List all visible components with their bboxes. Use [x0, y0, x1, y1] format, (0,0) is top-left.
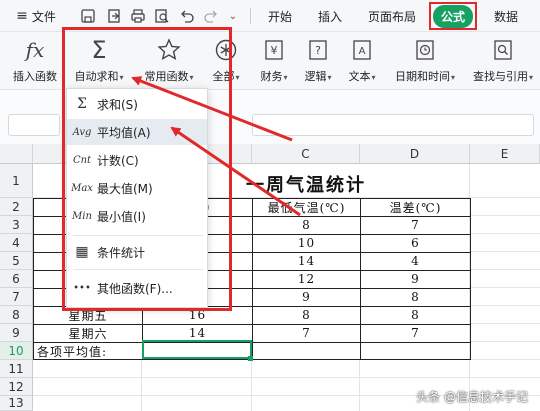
column-header-d[interactable]: D — [360, 144, 470, 164]
annotation-highlight-box — [62, 27, 232, 311]
formula-input[interactable] — [252, 114, 534, 136]
cell-d2[interactable]: 温差(℃) — [361, 198, 470, 216]
cell-d8[interactable]: 8 — [361, 306, 470, 324]
svg-text:A: A — [359, 46, 366, 57]
finance-label: 财务 — [260, 70, 283, 83]
lookup-icon — [489, 36, 517, 64]
cell-c5[interactable]: 14 — [253, 252, 360, 270]
svg-text:¥: ¥ — [271, 44, 278, 57]
text-label: 文本 — [348, 70, 371, 83]
row-header-5[interactable]: 5 — [0, 252, 33, 270]
watermark: 头条 @信息技术手记 — [416, 390, 528, 404]
finance-icon: ¥ — [260, 36, 288, 64]
name-box[interactable] — [8, 114, 60, 136]
selected-cell-b10[interactable] — [142, 340, 252, 359]
row-header-1[interactable]: 1 — [0, 164, 33, 198]
file-menu-label: 文件 — [31, 9, 56, 24]
column-header-e[interactable]: E — [470, 144, 540, 164]
logic-icon: ? — [304, 36, 332, 64]
tab-data[interactable]: 数据 — [488, 0, 524, 32]
finance-caret-icon: ▾ — [283, 73, 288, 82]
cell-c8[interactable]: 8 — [253, 306, 360, 324]
text-icon: A — [348, 36, 376, 64]
tab-insert[interactable]: 插入 — [312, 0, 348, 32]
cell-c2[interactable]: 最低气温(℃) — [253, 198, 360, 216]
date-time-caret-icon: ▾ — [450, 73, 455, 82]
insert-function-button[interactable]: fx 插入函数 — [6, 36, 64, 84]
cell-d6[interactable]: 9 — [361, 270, 470, 288]
tab-formula[interactable]: 公式 — [429, 2, 477, 30]
lookup-reference-label: 查找与引用 — [472, 70, 528, 83]
tab-formula-label: 公式 — [432, 4, 473, 28]
fill-handle[interactable] — [248, 356, 253, 361]
row-header-11[interactable]: 11 — [0, 360, 33, 378]
row-header-6[interactable]: 6 — [0, 270, 33, 288]
row-header-4[interactable]: 4 — [0, 234, 33, 252]
column-header-c[interactable]: C — [252, 144, 360, 164]
tab-home[interactable]: 开始 — [262, 0, 298, 32]
logic-caret-icon: ▾ — [327, 73, 332, 82]
logic-label: 逻辑 — [304, 70, 327, 83]
cell-a9[interactable]: 星期六 — [34, 324, 142, 342]
cell-a10[interactable]: 各项平均值: — [34, 342, 142, 360]
file-menu[interactable]: ≡ 文件 — [8, 0, 64, 32]
row-header-8[interactable]: 8 — [0, 306, 33, 324]
cell-c4[interactable]: 10 — [253, 234, 360, 252]
lookup-reference-button[interactable]: 查找与引用▾ — [468, 36, 538, 84]
all-functions-caret-icon: ▾ — [235, 73, 240, 82]
cell-d3[interactable]: 7 — [361, 216, 470, 234]
cell-d9[interactable]: 7 — [361, 324, 470, 342]
cell-c7[interactable]: 9 — [253, 288, 360, 306]
cell-c9[interactable]: 7 — [253, 324, 360, 342]
hamburger-icon: ≡ — [16, 8, 28, 24]
cell-c6[interactable]: 12 — [253, 270, 360, 288]
insert-function-label: 插入函数 — [13, 70, 57, 83]
fx-icon: fx — [25, 38, 45, 62]
row-header-13[interactable]: 13 — [0, 396, 33, 411]
tab-page-layout[interactable]: 页面布局 — [364, 0, 420, 32]
text-caret-icon: ▾ — [371, 73, 376, 82]
clock-icon — [411, 36, 439, 64]
row-header-2[interactable]: 2 — [0, 198, 33, 216]
cell-d5[interactable]: 4 — [361, 252, 470, 270]
cell-d7[interactable]: 8 — [361, 288, 470, 306]
date-time-label: 日期和时间 — [394, 70, 450, 83]
finance-button[interactable]: ¥ 财务▾ — [254, 36, 294, 84]
row-header-12[interactable]: 12 — [0, 378, 33, 396]
row-header-7[interactable]: 7 — [0, 288, 33, 306]
text-button[interactable]: A 文本▾ — [342, 36, 382, 84]
logic-button[interactable]: ? 逻辑▾ — [298, 36, 338, 84]
select-all-corner[interactable] — [0, 144, 33, 164]
row-header-3[interactable]: 3 — [0, 216, 33, 234]
date-time-button[interactable]: 日期和时间▾ — [388, 36, 462, 84]
lookup-reference-caret-icon: ▾ — [528, 73, 533, 82]
row-header-10[interactable]: 10 — [0, 342, 33, 360]
cell-d4[interactable]: 6 — [361, 234, 470, 252]
svg-text:?: ? — [315, 44, 321, 57]
row-header-9[interactable]: 9 — [0, 324, 33, 342]
cell-c3[interactable]: 8 — [253, 216, 360, 234]
